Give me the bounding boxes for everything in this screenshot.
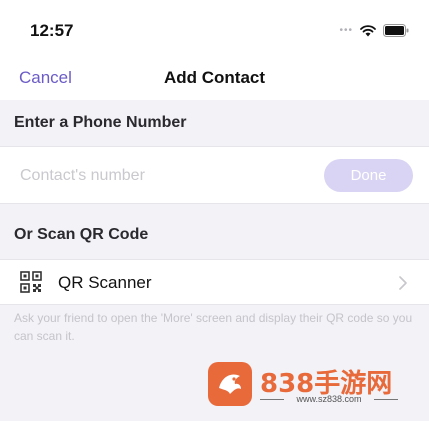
signal-dots-icon: ••• xyxy=(339,25,353,36)
watermark-url: www.sz838.com xyxy=(260,394,398,404)
nav-bar: Cancel Add Contact xyxy=(0,60,429,100)
phone-number-input[interactable] xyxy=(20,165,280,187)
qr-section-title: Or Scan QR Code xyxy=(14,226,149,243)
status-time: 12:57 xyxy=(30,21,74,40)
qr-helper-text: Ask your friend to open the 'More' scree… xyxy=(14,311,413,343)
qr-code-icon xyxy=(20,271,42,293)
qr-scanner-row[interactable]: QR Scanner xyxy=(0,259,429,305)
battery-icon xyxy=(383,24,409,37)
phone-number-row: Done xyxy=(0,146,429,204)
status-icons: ••• xyxy=(339,24,409,37)
page-title: Add Contact xyxy=(163,68,266,87)
wifi-icon xyxy=(360,25,376,37)
phone-section-title: Enter a Phone Number xyxy=(14,114,187,131)
watermark-logo-icon xyxy=(208,362,252,406)
watermark: 838手游网 www.sz838.com xyxy=(208,360,408,410)
status-bar: 12:57 ••• xyxy=(0,0,429,60)
chevron-right-icon xyxy=(399,276,407,290)
qr-section-header: Or Scan QR Code xyxy=(0,212,429,258)
qr-scanner-label: QR Scanner xyxy=(58,273,152,292)
done-button[interactable]: Done xyxy=(324,159,413,192)
phone-section-header: Enter a Phone Number xyxy=(0,100,429,146)
